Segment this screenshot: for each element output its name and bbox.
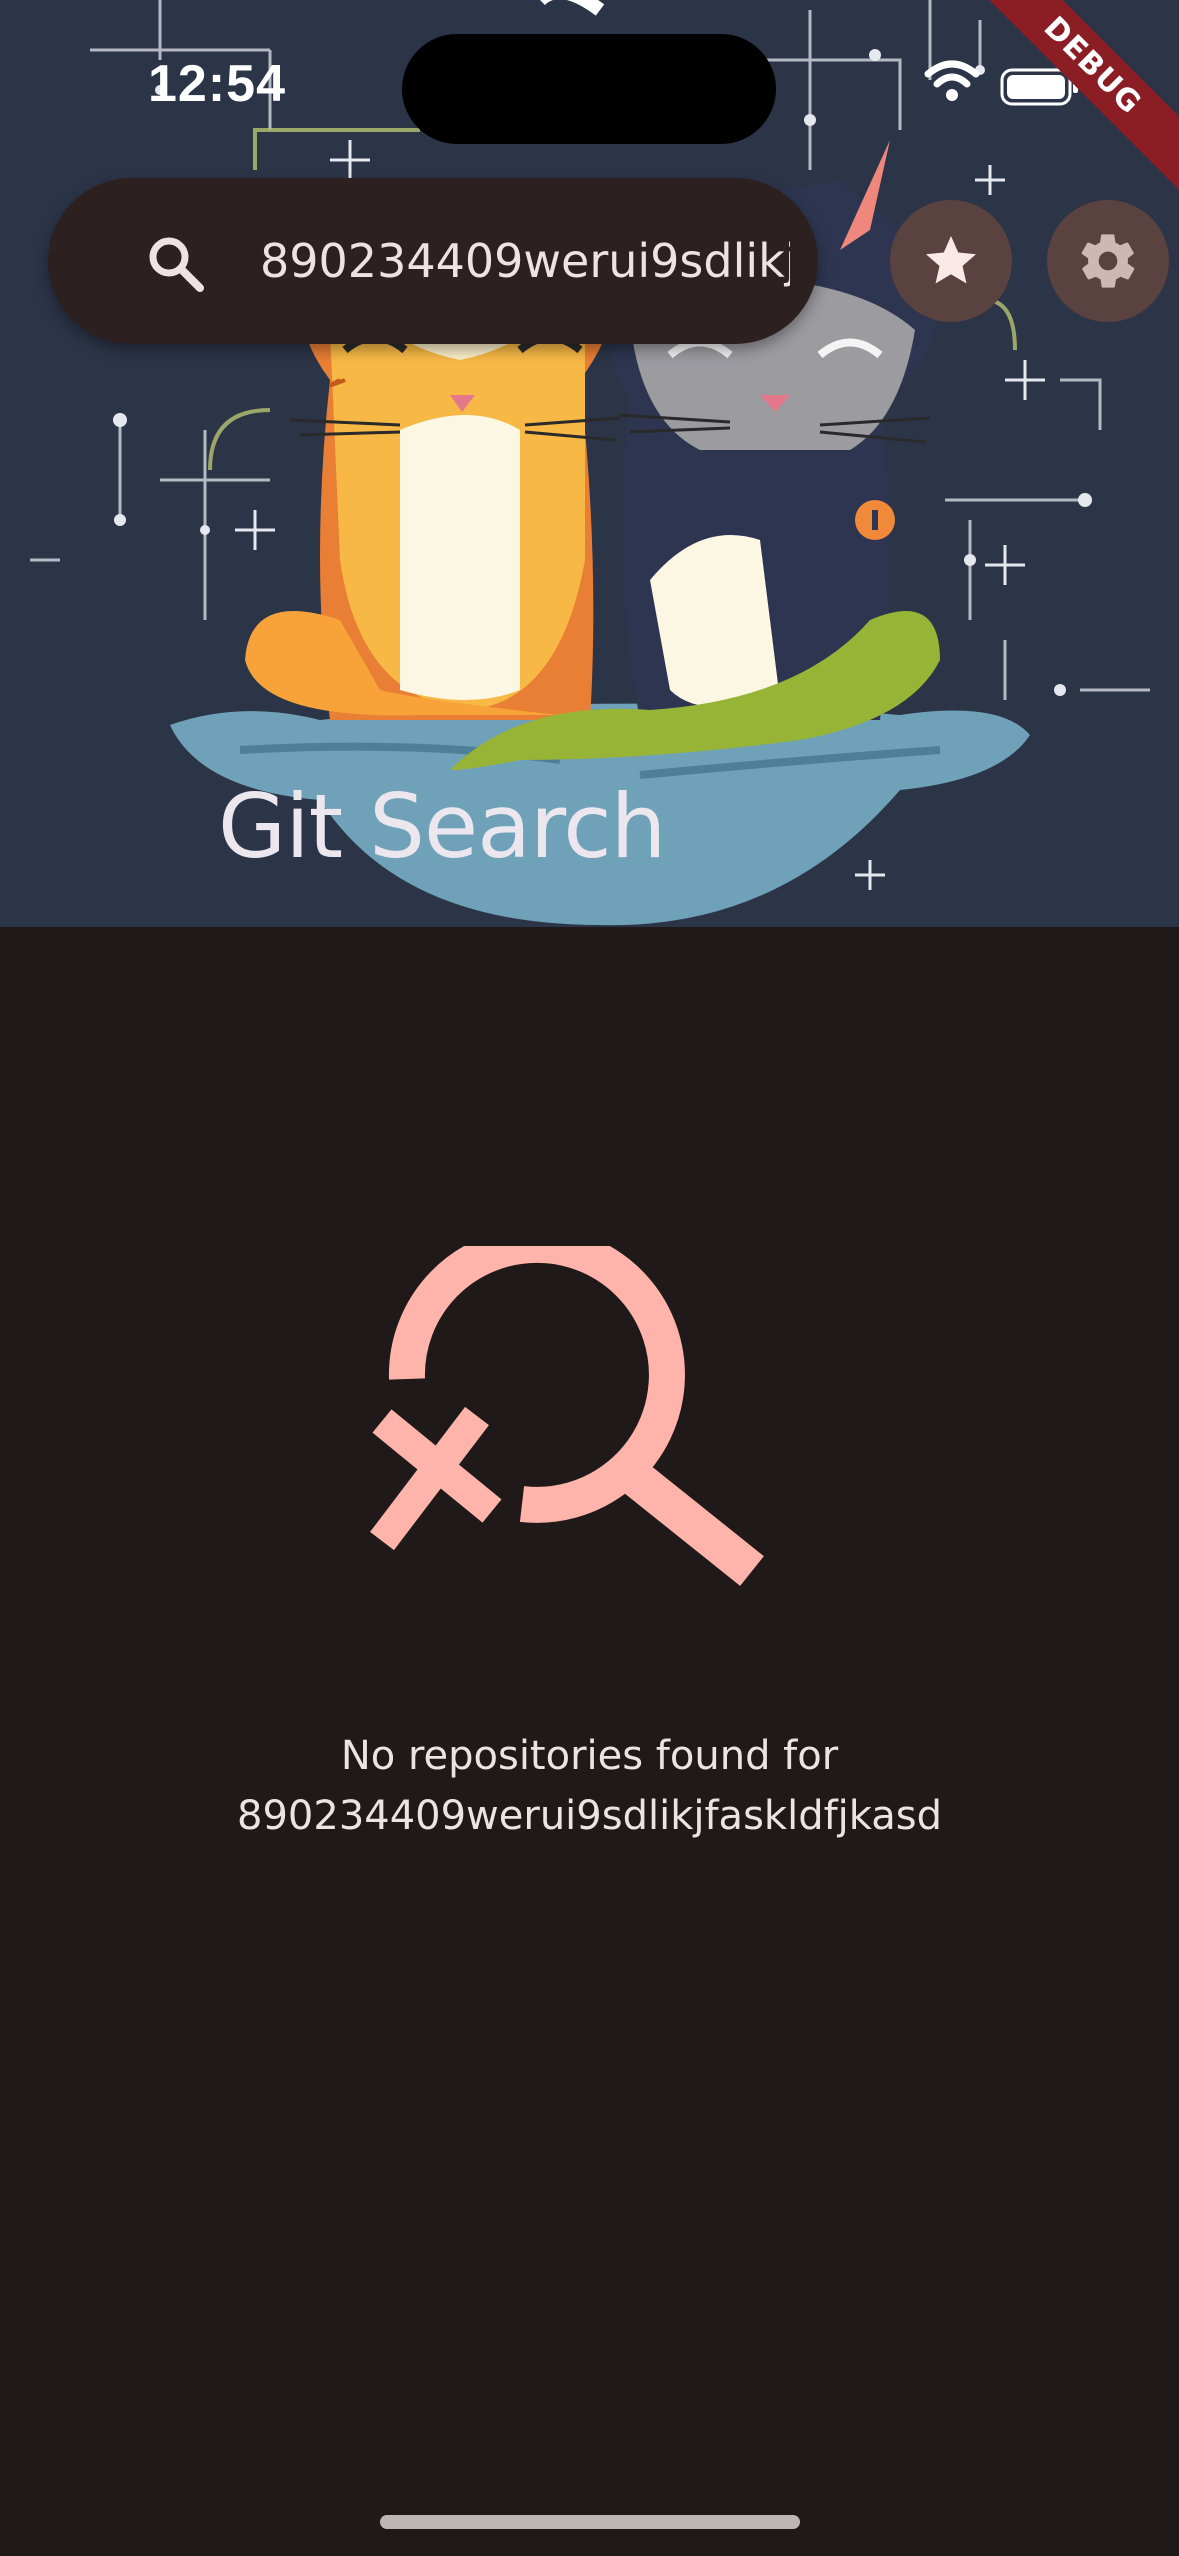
settings-button[interactable] [1047, 200, 1169, 322]
gear-icon [1081, 234, 1135, 288]
empty-state-query: 890234409werui9sdlikjfaskldfjkasd [237, 1793, 942, 1839]
search-bar[interactable] [48, 178, 818, 344]
empty-state-line-1: No repositories found for [340, 1733, 839, 1779]
empty-state-message: No repositories found for 890234409werui… [0, 1726, 1179, 1846]
star-icon [926, 236, 976, 284]
favorites-button[interactable] [890, 200, 1012, 322]
search-input[interactable] [260, 216, 790, 306]
dynamic-island [402, 34, 776, 144]
search-off-icon [362, 1226, 782, 1590]
app-screen: Git Search 12:54 DEBUG 890234409werui9sd… [0, 0, 1179, 2556]
page-title: Git Search [218, 775, 666, 878]
wifi-icon [924, 60, 980, 106]
status-time: 12:54 [148, 55, 286, 113]
search-icon [146, 234, 206, 298]
home-indicator[interactable] [380, 2515, 800, 2529]
